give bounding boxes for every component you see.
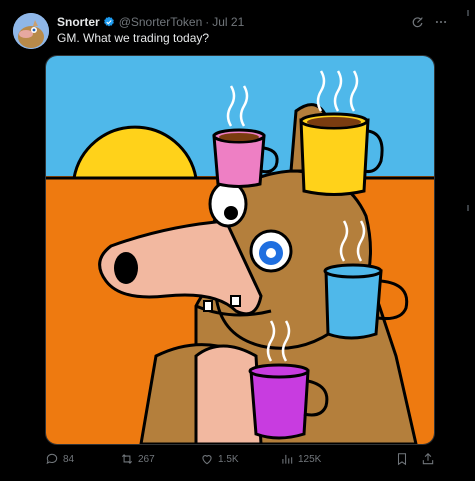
cartoon-aardvark-coffee-image	[46, 56, 434, 444]
like-count: 1.5K	[218, 453, 239, 465]
repost-button[interactable]: 267	[120, 452, 200, 466]
right-edge	[460, 0, 475, 481]
avatar[interactable]	[13, 13, 49, 49]
tweet-header: Snorter @SnorterToken · Jul 21	[57, 13, 448, 31]
grok-icon[interactable]	[410, 15, 424, 29]
tweet-image[interactable]	[45, 55, 435, 445]
separator-dot: ·	[205, 15, 210, 29]
reply-icon	[46, 453, 58, 465]
edge-mark	[467, 205, 469, 211]
share-icon	[422, 453, 434, 465]
author-name[interactable]: Snorter	[57, 15, 100, 29]
repost-count: 267	[138, 453, 155, 465]
tweet-actions: 84 267 1.5K 125K	[45, 452, 435, 466]
post-date[interactable]: Jul 21	[212, 15, 244, 29]
edge-mark	[467, 10, 469, 16]
avatar-image	[13, 13, 49, 49]
tweet[interactable]: Snorter @SnorterToken · Jul 21 GM. What …	[0, 0, 461, 481]
reply-count: 84	[63, 453, 75, 465]
verified-badge-icon	[103, 16, 114, 27]
tweet-text: GM. What we trading today?	[57, 31, 210, 45]
views-count: 125K	[298, 453, 322, 465]
views-icon	[282, 454, 293, 464]
views-button[interactable]: 125K	[280, 452, 360, 466]
bookmark-icon	[397, 453, 407, 466]
author-handle[interactable]: @SnorterToken	[119, 15, 203, 29]
like-button[interactable]: 1.5K	[200, 452, 280, 466]
more-icon[interactable]	[434, 15, 448, 29]
bookmark-button[interactable]	[395, 452, 409, 466]
repost-icon	[121, 454, 133, 464]
reply-button[interactable]: 84	[45, 452, 120, 466]
heart-icon	[202, 455, 212, 465]
share-button[interactable]	[421, 452, 435, 466]
